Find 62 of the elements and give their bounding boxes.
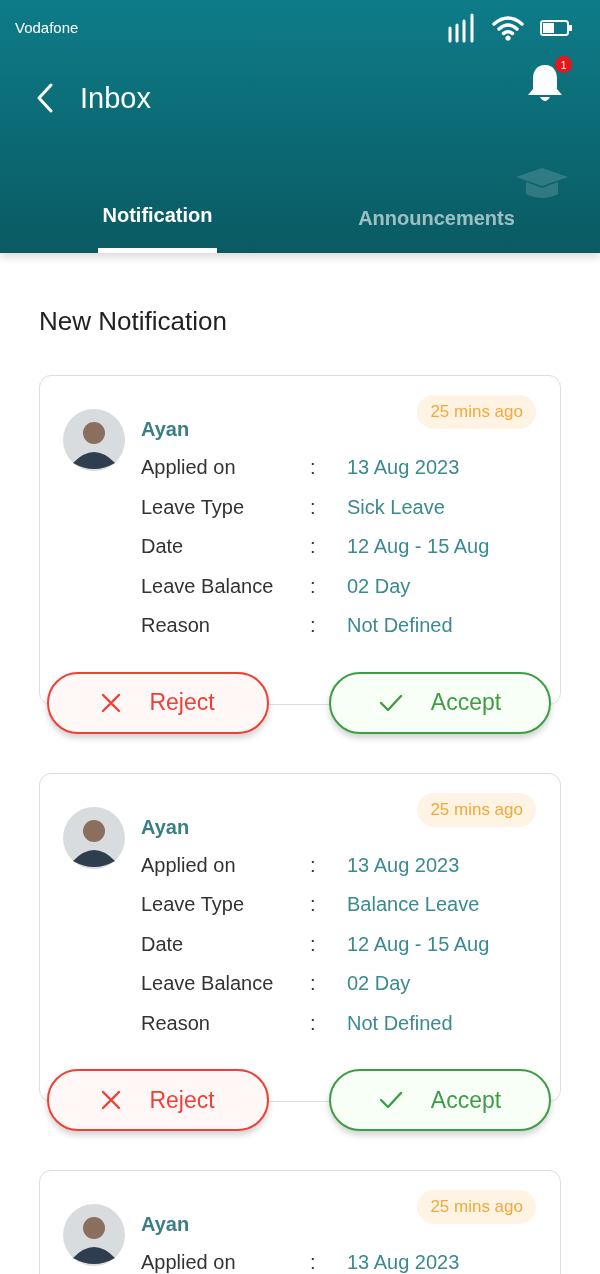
applicant-name: Ayan [141, 815, 191, 839]
colon-separator: : [310, 1251, 317, 1274]
colon-separator: : [310, 614, 317, 638]
colon-separator: : [310, 574, 317, 598]
field-label: Leave Balance [141, 972, 275, 996]
time-badge: 25 mins ago [417, 792, 536, 827]
section-title: New Notification [39, 306, 228, 337]
checkmark-icon [378, 1091, 403, 1109]
field-label: Applied on [141, 853, 237, 877]
field-value: Not Defined [347, 1011, 453, 1035]
accept-button[interactable]: Accept [329, 1069, 551, 1131]
field-value: 12 Aug - 15 Aug [347, 932, 490, 956]
colon-separator: : [310, 932, 317, 956]
field-label: Reason [141, 1011, 211, 1035]
reject-button[interactable]: Reject [47, 1069, 269, 1131]
field-label: Date [141, 535, 185, 559]
field-label: Leave Balance [141, 574, 275, 598]
wifi-icon [492, 14, 524, 41]
tab[interactable]: Notification [98, 183, 217, 253]
colon-separator: : [310, 535, 317, 559]
colon-separator: : [310, 1011, 317, 1035]
field-value: Not Defined [347, 614, 453, 638]
avatar [63, 806, 125, 869]
applicant-name: Ayan [141, 418, 191, 441]
applicant-name: Ayan [141, 1213, 191, 1236]
field-label: Leave Type [141, 495, 246, 519]
field-value: Sick Leave [347, 495, 445, 519]
page-title: Inbox [80, 81, 152, 115]
field-label: Reason [141, 614, 211, 638]
avatar [63, 1204, 125, 1266]
field-label: Leave Type [141, 893, 246, 917]
bell-icon[interactable] [526, 63, 564, 103]
time-badge: 25 mins ago [417, 395, 536, 429]
back-button[interactable] [36, 83, 54, 113]
field-value: 02 Day [347, 972, 411, 996]
checkmark-icon [378, 693, 403, 712]
carrier-name: Vodafone [15, 19, 79, 36]
colon-separator: : [310, 893, 317, 917]
field-value: 12 Aug - 15 Aug [347, 535, 490, 559]
field-value: 13 Aug 2023 [347, 1251, 460, 1274]
colon-separator: : [310, 853, 317, 877]
avatar [63, 409, 125, 471]
field-label: Applied on [141, 1251, 237, 1274]
colon-separator: : [310, 495, 317, 519]
battery-icon [540, 19, 572, 36]
field-value: Balance Leave [347, 893, 480, 917]
tab[interactable]: Announcements [273, 183, 600, 253]
reject-button[interactable]: Reject [47, 671, 269, 734]
time-badge: 25 mins ago [417, 1190, 536, 1224]
graduation-cap-icon [514, 166, 570, 200]
field-value: 13 Aug 2023 [347, 456, 460, 480]
field-label: Date [141, 932, 185, 956]
colon-separator: : [310, 456, 317, 480]
cross-icon [101, 692, 122, 713]
field-value: 02 Day [347, 574, 411, 598]
field-value: 13 Aug 2023 [347, 853, 460, 877]
cross-icon [101, 1090, 122, 1110]
signal-icon [448, 12, 476, 43]
colon-separator: : [310, 972, 317, 996]
field-label: Applied on [141, 456, 237, 480]
accept-button[interactable]: Accept [329, 671, 551, 734]
notification-badge: 1 [555, 56, 572, 73]
